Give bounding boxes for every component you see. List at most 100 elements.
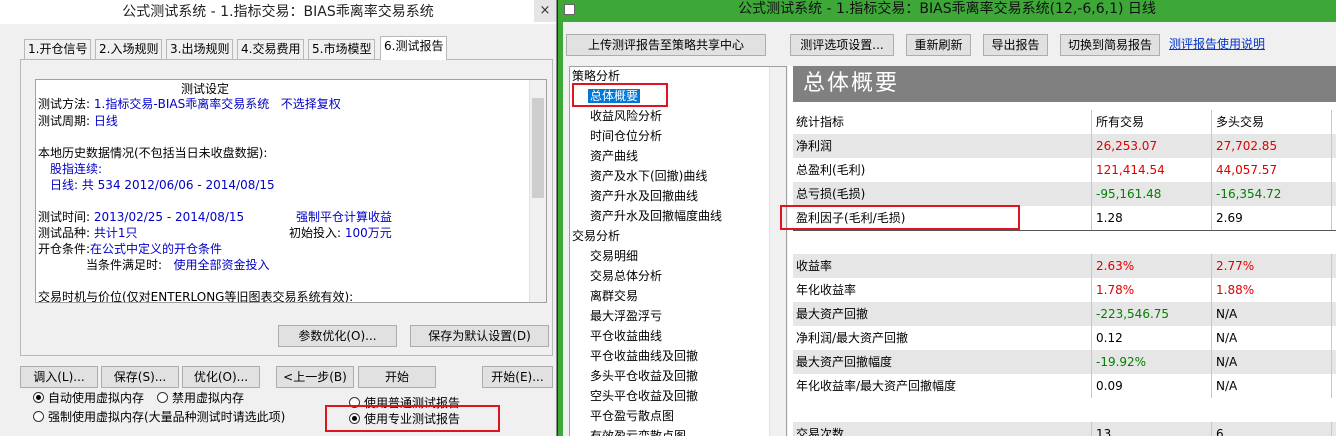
dialog-title: 公式测试系统 - 1.指标交易：BIAS乖离率交易系统 xyxy=(122,4,434,20)
table-cell: 13 xyxy=(1096,427,1112,436)
start-button[interactable]: 开始 xyxy=(358,366,436,388)
optimize-button[interactable]: 优化(O)... xyxy=(182,366,260,388)
refresh-button[interactable]: 重新刷新 xyxy=(906,34,971,56)
column-divider xyxy=(1091,158,1092,182)
report-scrollbar[interactable] xyxy=(529,80,546,302)
prev-step-button[interactable]: <上一步(B) xyxy=(276,366,354,388)
column-divider xyxy=(1331,326,1332,350)
tree-item[interactable]: 平仓盈亏散点图 xyxy=(590,409,674,423)
table-cell: -223,546.75 xyxy=(1096,307,1170,321)
window-icon xyxy=(564,4,575,15)
close-icon[interactable]: × xyxy=(534,0,556,22)
table-cell: 44,057.57 xyxy=(1216,163,1278,177)
column-divider xyxy=(1331,182,1332,206)
tree-item[interactable]: 有效盈亏变散点图 xyxy=(590,429,686,436)
tree-item[interactable]: 空头平仓收益及回撤 xyxy=(590,389,698,403)
table-row-1: 总盈利(毛利) 121,414.54 44,057.57 xyxy=(793,158,1336,182)
column-divider xyxy=(1331,206,1332,230)
tab-market-model[interactable]: 5.市场模型 xyxy=(308,39,376,59)
test-period-line: 测试周期: 日线 xyxy=(38,114,118,128)
tree-item[interactable]: 资产及水下(回撤)曲线 xyxy=(590,169,707,183)
open-condition-value: 在公式中定义的开仓条件 xyxy=(90,242,223,256)
column-divider xyxy=(1331,422,1332,436)
radio-force-virtual-memory[interactable]: 强制使用虚拟内存(大量品种测试时请选此项) xyxy=(33,410,285,424)
table-cell: N/A xyxy=(1216,331,1238,345)
table-cell: N/A xyxy=(1216,307,1238,321)
tree-item[interactable]: 平仓收益曲线及回撤 xyxy=(590,349,698,363)
tree-item[interactable]: 资产曲线 xyxy=(590,149,638,163)
tree-item[interactable]: 收益风险分析 xyxy=(590,109,662,123)
tab-entry-rules[interactable]: 2.入场规则 xyxy=(95,39,163,59)
tree-item[interactable]: 交易明细 xyxy=(590,249,638,263)
tree-item[interactable]: 资产升水及回撤曲线 xyxy=(590,189,698,203)
timing-label: 交易时机与价位(仅对ENTERLONG等旧图表交易系统有效): xyxy=(38,290,354,303)
table-cell: -95,161.48 xyxy=(1096,187,1162,201)
column-divider xyxy=(1091,350,1092,374)
column-divider xyxy=(1211,206,1212,230)
tab-trade-fees[interactable]: 4.交易费用 xyxy=(237,39,305,59)
tree-item[interactable]: 交易总体分析 xyxy=(590,269,662,283)
load-button[interactable]: 调入(L)... xyxy=(20,366,98,388)
column-divider xyxy=(1331,374,1332,398)
table-cell: 0.09 xyxy=(1096,379,1123,393)
column-divider xyxy=(1211,326,1212,350)
report-help-link[interactable]: 测评报告使用说明 xyxy=(1169,35,1265,52)
table-cell: 收益率 xyxy=(796,259,833,273)
open-condition-line: 开仓条件:在公式中定义的开仓条件 xyxy=(38,242,222,256)
upload-report-button[interactable]: 上传测评报告至策略共享中心 xyxy=(566,34,766,56)
param-optimize-button[interactable]: 参数优化(O)... xyxy=(278,325,397,347)
table-cell: 交易次数 xyxy=(796,427,845,436)
tree-group-strategy[interactable]: 策略分析 xyxy=(572,69,620,83)
table-header-row: 统计指标 所有交易 多头交易 xyxy=(793,110,1336,134)
tree-group-trade[interactable]: 交易分析 xyxy=(572,229,620,243)
tree-item[interactable]: 离群交易 xyxy=(590,289,638,303)
tree-item[interactable]: 多头平仓收益及回撤 xyxy=(590,369,698,383)
column-divider xyxy=(1091,374,1092,398)
table-row-7: 净利润/最大资产回撤 0.12 N/A xyxy=(793,326,1336,350)
table-cell: -16,354.72 xyxy=(1216,187,1282,201)
test-time-line: 测试时间: 2013/02/25 - 2014/08/15 xyxy=(38,210,244,224)
export-report-button[interactable]: 导出报告 xyxy=(983,34,1048,56)
test-period-value: 日线 xyxy=(93,114,118,128)
column-divider xyxy=(1091,326,1092,350)
column-divider xyxy=(1331,254,1332,278)
scrollbar-thumb[interactable] xyxy=(532,98,544,198)
radio-dot-icon xyxy=(33,392,44,403)
table-cell: 2.69 xyxy=(1216,211,1243,225)
force-close-text: 强制平仓计算收益 xyxy=(296,210,393,224)
initial-invest-label: 初始投入: xyxy=(289,226,342,240)
start-e-button[interactable]: 开始(E)... xyxy=(482,366,553,388)
tree-item[interactable]: 最大浮盈浮亏 xyxy=(590,309,662,323)
column-divider xyxy=(1211,278,1212,302)
tab-exit-rules[interactable]: 3.出场规则 xyxy=(166,39,234,59)
table-cell: N/A xyxy=(1216,379,1238,393)
table-cell: 最大资产回撤幅度 xyxy=(796,355,893,369)
test-method-extra: 不选择复权 xyxy=(280,97,341,111)
radio-auto-virtual-memory[interactable]: 自动使用虚拟内存 xyxy=(33,391,144,405)
save-default-button[interactable]: 保存为默认设置(D) xyxy=(410,325,549,347)
test-method-label: 测试方法: xyxy=(38,97,91,111)
column-divider xyxy=(1211,110,1212,134)
save-button[interactable]: 保存(S)... xyxy=(101,366,179,388)
table-row-10: 交易次数 13 6 xyxy=(793,422,1336,436)
condition-met-value: 使用全部资金投入 xyxy=(173,258,270,272)
test-options-button[interactable]: 测评选项设置... xyxy=(790,34,894,56)
switch-simple-report-button[interactable]: 切换到简易报告 xyxy=(1060,34,1160,56)
tree-scrollbar[interactable] xyxy=(769,67,786,436)
table-row-2: 总亏损(毛损) -95,161.48 -16,354.72 xyxy=(793,182,1336,206)
test-variety-line: 测试品种: 共计1只 xyxy=(38,226,138,240)
history-detail: 日线: 共 534 2012/06/06 - 2014/08/15 xyxy=(50,178,275,192)
table-cell: -19.92% xyxy=(1096,355,1147,369)
report-window-title: 公式测试系统 - 1.指标交易：BIAS乖离率交易系统(12,-6,6,1) 日… xyxy=(558,0,1336,22)
column-divider xyxy=(1091,134,1092,158)
tree-item[interactable]: 资产升水及回撤幅度曲线 xyxy=(590,209,722,223)
radio-disable-virtual-memory[interactable]: 禁用虚拟内存 xyxy=(157,391,244,405)
tab-test-report[interactable]: 6.测试报告 xyxy=(380,36,448,60)
tab-open-signal[interactable]: 1.开仓信号 xyxy=(24,39,92,59)
tree-item[interactable]: 平仓收益曲线 xyxy=(590,329,662,343)
table-cell: 121,414.54 xyxy=(1096,163,1165,177)
report-settings-text[interactable]: 测试设定 测试方法: 1.指标交易-BIAS乖离率交易系统 不选择复权 测试周期… xyxy=(35,79,547,303)
tree-item[interactable]: 时间仓位分析 xyxy=(590,129,662,143)
table-cell: N/A xyxy=(1216,355,1238,369)
table-cell: 1.88% xyxy=(1216,283,1255,297)
